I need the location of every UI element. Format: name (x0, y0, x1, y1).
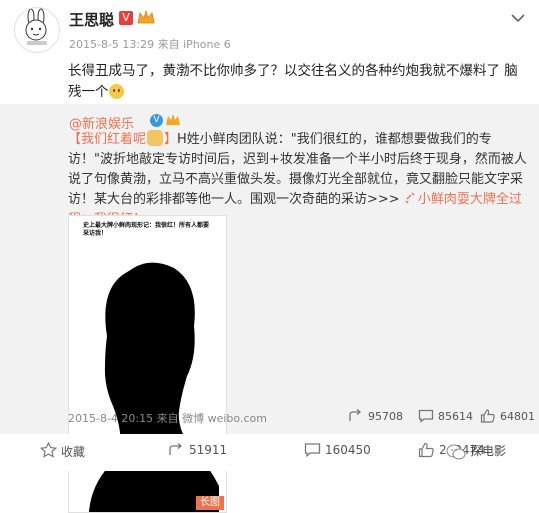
share-icon (349, 409, 362, 421)
share-icon (169, 443, 183, 455)
comment-icon (304, 443, 321, 458)
post-text-content: 长得丑成马了，黄渤不比你帅多了？以交往名义的各种约炮我就不爆料了 脑残一个 (68, 63, 518, 100)
verified-badge-icon: V (150, 114, 163, 127)
chevron-down-icon[interactable] (510, 12, 526, 24)
avatar[interactable] (14, 7, 60, 53)
thumb-up-icon (418, 442, 434, 458)
post-header: 王思聪 V 2015-8-5 13:29 来自 iPhone 6 (0, 0, 539, 53)
post-meta: 2015-8-5 13:29 来自 iPhone 6 (69, 38, 231, 51)
favorite-label: 收藏 (61, 445, 86, 459)
image-caption: 史上最大牌小鲜肉现形记：我很红！所有人都要采访我！ (83, 222, 210, 237)
star-icon (40, 442, 57, 458)
topic-tag-end[interactable]: 】 (164, 132, 177, 147)
emoji-icon (108, 84, 124, 99)
wechat-logo-icon (446, 444, 466, 460)
repost-comment-value: 85614 (438, 410, 473, 423)
crown-badge-icon (166, 114, 180, 125)
repost-count: 51911 (189, 443, 228, 457)
comment-count: 160450 (325, 443, 371, 457)
post-text: 长得丑成马了，黄渤不比你帅多了？以交往名义的各种约炮我就不爆料了 脑残一个 (68, 61, 528, 103)
comment-icon (418, 409, 434, 423)
rabbit-avatar-icon (25, 8, 47, 45)
crown-badge-icon (137, 9, 155, 24)
watermark-text: 探电影 (470, 444, 507, 458)
repost-meta: 2015-8-4 20:15 来自 微博 weibo.com (68, 412, 267, 425)
vip-badge: V (119, 11, 133, 25)
author-name[interactable]: 王思聪 (69, 9, 114, 30)
repost-box[interactable]: @新浪娱乐 V 【我们红着呢 】H姓小鲜肉团队说："我们很红的，谁都想要做我们的专… (0, 104, 539, 513)
repost-like-value: 64801 (500, 410, 535, 423)
topic-tag[interactable]: 【我们红着呢 (68, 132, 146, 147)
dog-face-icon (147, 130, 164, 146)
repost-repost-value: 95708 (368, 410, 403, 423)
thumb-up-icon (480, 409, 495, 423)
link-icon (405, 192, 415, 204)
long-image-badge: 长图 (196, 496, 224, 510)
